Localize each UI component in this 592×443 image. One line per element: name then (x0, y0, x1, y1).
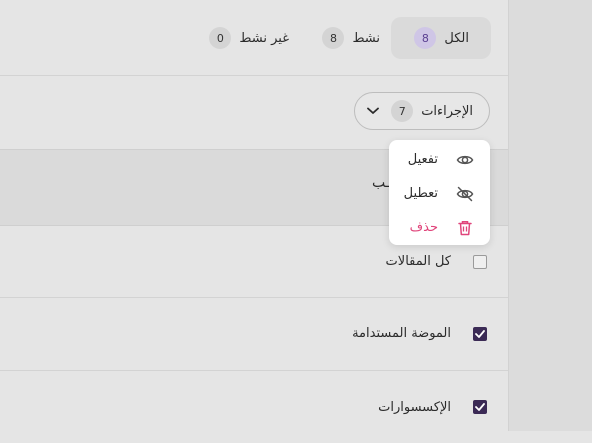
menu-item-label: تعطيل (403, 186, 438, 201)
selected-count-badge: 7 (391, 100, 414, 122)
tab-active[interactable]: نشط 8 (310, 17, 380, 59)
main-panel: الكل 8 نشط 8 غير نشط 0 الإجراءات 7 ـب كل… (0, 0, 508, 431)
row-checkbox[interactable] (473, 255, 487, 269)
table-header-label: ـب (372, 175, 390, 191)
tab-label: نشط (352, 30, 380, 46)
table-row: الموضة المستدامة (0, 297, 508, 370)
chevron-down-icon (367, 107, 379, 115)
menu-item-delete[interactable]: حذف (389, 213, 490, 243)
actions-menu: تفعيل تعطيل حذف (389, 140, 490, 245)
eye-icon (456, 151, 474, 169)
row-label: كل المقالات (385, 254, 451, 269)
tabs-divider (0, 75, 508, 76)
tab-inactive[interactable]: غير نشط 0 (199, 17, 289, 59)
tab-label: غير نشط (239, 30, 289, 46)
actions-label: الإجراءات (421, 103, 473, 119)
row-label: الإكسسوارات (378, 400, 451, 415)
check-icon (475, 403, 485, 411)
trash-icon (456, 219, 474, 237)
count-badge: 0 (209, 27, 232, 49)
actions-dropdown-button[interactable]: الإجراءات 7 (354, 92, 490, 130)
count-badge: 8 (322, 27, 345, 49)
tab-all[interactable]: الكل 8 (391, 17, 491, 59)
table-row: الإكسسوارات (0, 370, 508, 443)
row-label: الموضة المستدامة (352, 326, 451, 341)
menu-item-label: تفعيل (407, 152, 438, 167)
menu-item-label: حذف (409, 220, 438, 235)
eye-off-icon (456, 185, 474, 203)
tab-label: الكل (444, 30, 469, 46)
row-checkbox[interactable] (473, 327, 487, 341)
menu-item-activate[interactable]: تفعيل (389, 145, 490, 175)
row-checkbox[interactable] (473, 400, 487, 414)
count-badge: 8 (414, 27, 437, 49)
check-icon (475, 330, 485, 338)
menu-item-deactivate[interactable]: تعطيل (389, 179, 490, 209)
right-panel-edge (508, 0, 592, 431)
